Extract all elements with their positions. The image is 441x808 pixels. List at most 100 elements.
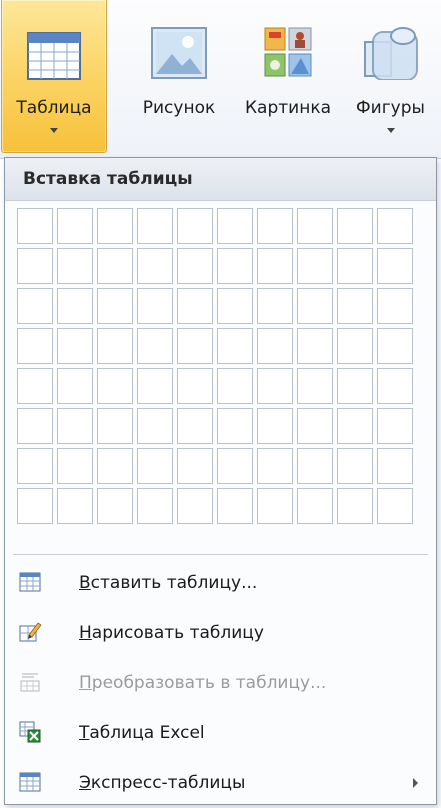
grid-cell[interactable] [297,248,333,284]
draw-table-icon [19,621,42,643]
grid-cell[interactable] [377,328,413,364]
grid-cell[interactable] [177,368,213,404]
excel-table-icon [19,721,41,743]
grid-cell[interactable] [217,368,253,404]
grid-cell[interactable] [177,208,213,244]
picture-button-label: Рисунок [142,98,216,118]
grid-cell[interactable] [17,408,53,444]
grid-cell[interactable] [257,368,293,404]
grid-cell[interactable] [257,488,293,524]
grid-cell[interactable] [137,408,173,444]
grid-cell[interactable] [297,448,333,484]
grid-cell[interactable] [177,248,213,284]
grid-cell[interactable] [137,248,173,284]
grid-cell[interactable] [177,288,213,324]
menu-item-draw-table[interactable]: Нарисовать таблицу [5,608,436,658]
grid-cell[interactable] [377,448,413,484]
insert-table-dropdown: Вставка таблицы Вставить таблицу... Нари… [4,157,437,805]
grid-cell[interactable] [217,288,253,324]
grid-cell[interactable] [17,288,53,324]
grid-cell[interactable] [17,448,53,484]
grid-cell[interactable] [57,448,93,484]
grid-cell[interactable] [97,368,133,404]
grid-cell[interactable] [97,448,133,484]
grid-cell[interactable] [57,368,93,404]
clipart-button[interactable]: Картинка [232,0,344,152]
grid-cell[interactable] [297,408,333,444]
grid-cell[interactable] [97,488,133,524]
grid-cell[interactable] [137,448,173,484]
grid-cell[interactable] [217,328,253,364]
grid-cell[interactable] [177,488,213,524]
menu-item-label: Таблица Excel [79,723,205,743]
menu-accelerator: Т [79,723,90,743]
menu-item-label: Нарисовать таблицу [79,623,264,643]
grid-cell[interactable] [337,448,373,484]
panel-title: Вставка таблицы [23,169,193,189]
grid-cell[interactable] [57,328,93,364]
grid-cell[interactable] [377,488,413,524]
grid-cell[interactable] [297,208,333,244]
table-button[interactable]: Таблица [1,0,107,153]
table-icon [27,18,81,80]
menu-item-insert-table[interactable]: Вставить таблицу... [5,558,436,608]
grid-cell[interactable] [337,368,373,404]
grid-cell[interactable] [97,408,133,444]
grid-cell[interactable] [217,208,253,244]
table-size-grid[interactable] [17,208,413,524]
grid-cell[interactable] [337,208,373,244]
grid-cell[interactable] [257,208,293,244]
grid-cell[interactable] [377,368,413,404]
grid-cell[interactable] [217,488,253,524]
grid-cell[interactable] [297,288,333,324]
grid-cell[interactable] [17,368,53,404]
grid-cell[interactable] [137,288,173,324]
grid-cell[interactable] [137,328,173,364]
grid-cell[interactable] [337,248,373,284]
grid-cell[interactable] [177,328,213,364]
shapes-button[interactable]: Фигуры [340,0,441,152]
grid-cell[interactable] [377,248,413,284]
grid-cell[interactable] [97,288,133,324]
grid-cell[interactable] [17,248,53,284]
grid-cell[interactable] [137,208,173,244]
grid-cell[interactable] [257,288,293,324]
grid-cell[interactable] [337,488,373,524]
grid-cell[interactable] [17,328,53,364]
grid-cell[interactable] [297,328,333,364]
grid-cell[interactable] [57,208,93,244]
grid-cell[interactable] [57,488,93,524]
grid-cell[interactable] [257,448,293,484]
grid-cell[interactable] [337,328,373,364]
picture-button[interactable]: Рисунок [124,0,234,152]
grid-cell[interactable] [217,448,253,484]
grid-cell[interactable] [377,408,413,444]
grid-cell[interactable] [337,288,373,324]
panel-header: Вставка таблицы [5,158,436,201]
grid-cell[interactable] [297,368,333,404]
grid-cell[interactable] [377,208,413,244]
grid-cell[interactable] [177,408,213,444]
grid-cell[interactable] [17,208,53,244]
grid-cell[interactable] [257,248,293,284]
grid-cell[interactable] [97,328,133,364]
grid-cell[interactable] [177,448,213,484]
grid-cell[interactable] [217,248,253,284]
grid-cell[interactable] [217,408,253,444]
grid-cell[interactable] [137,488,173,524]
grid-cell[interactable] [57,248,93,284]
grid-cell[interactable] [97,248,133,284]
grid-cell[interactable] [57,408,93,444]
grid-cell[interactable] [97,208,133,244]
grid-cell[interactable] [57,288,93,324]
grid-cell[interactable] [377,288,413,324]
grid-cell[interactable] [257,408,293,444]
grid-cell[interactable] [337,408,373,444]
picture-icon [150,18,208,80]
grid-cell[interactable] [297,488,333,524]
grid-cell[interactable] [257,328,293,364]
grid-cell[interactable] [137,368,173,404]
menu-item-quick-tables[interactable]: Экспресс-таблицы [5,758,436,808]
menu-item-excel-table[interactable]: Таблица Excel [5,708,436,758]
grid-cell[interactable] [17,488,53,524]
